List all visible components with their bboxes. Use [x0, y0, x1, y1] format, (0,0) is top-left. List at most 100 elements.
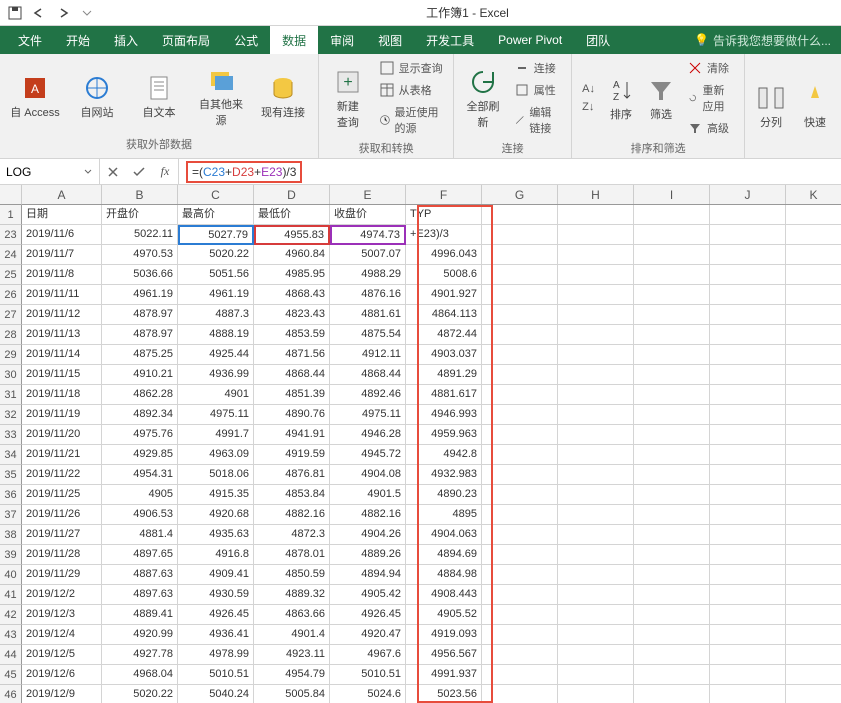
formula-input[interactable]: =(C23+D23+E23)/3	[179, 159, 841, 184]
cell[interactable]	[786, 405, 841, 425]
cell[interactable]	[710, 305, 786, 325]
cell[interactable]	[482, 425, 558, 445]
cell[interactable]	[786, 545, 841, 565]
row-header[interactable]: 35	[0, 465, 22, 485]
cell[interactable]	[786, 285, 841, 305]
cell[interactable]	[634, 325, 710, 345]
cell[interactable]	[558, 565, 634, 585]
cell[interactable]	[786, 265, 841, 285]
cell[interactable]	[482, 445, 558, 465]
cell[interactable]: 4978.99	[178, 645, 254, 665]
cell[interactable]	[558, 525, 634, 545]
undo-icon[interactable]	[28, 2, 50, 24]
cell[interactable]: 4890.23	[406, 485, 482, 505]
cell[interactable]	[710, 585, 786, 605]
cell[interactable]	[558, 405, 634, 425]
cell[interactable]	[710, 405, 786, 425]
flash-fill-button[interactable]: 快速	[795, 71, 835, 141]
cell[interactable]: 5008.6	[406, 265, 482, 285]
cell[interactable]	[710, 425, 786, 445]
cell[interactable]	[786, 465, 841, 485]
row-header[interactable]: 31	[0, 385, 22, 405]
cell[interactable]: 4878.01	[254, 545, 330, 565]
cell[interactable]: 4905.52	[406, 605, 482, 625]
cell[interactable]	[786, 605, 841, 625]
row-header[interactable]: 28	[0, 325, 22, 345]
cell[interactable]: 2019/11/21	[22, 445, 102, 465]
cell[interactable]	[634, 365, 710, 385]
cell[interactable]: 4901.4	[254, 625, 330, 645]
cell[interactable]	[786, 485, 841, 505]
cell[interactable]: 4941.91	[254, 425, 330, 445]
col-header-C[interactable]: C	[178, 185, 254, 204]
cell[interactable]: 4884.98	[406, 565, 482, 585]
cell[interactable]	[558, 385, 634, 405]
cell[interactable]: 4903.037	[406, 345, 482, 365]
cell[interactable]	[558, 585, 634, 605]
cell[interactable]	[786, 365, 841, 385]
cell[interactable]: 4904.26	[330, 525, 406, 545]
cell[interactable]: 4881.4	[102, 525, 178, 545]
sort-button[interactable]: AZ排序	[603, 63, 639, 133]
cell[interactable]	[558, 505, 634, 525]
cell[interactable]: 4988.29	[330, 265, 406, 285]
cell[interactable]	[558, 285, 634, 305]
cell[interactable]: 2019/11/28	[22, 545, 102, 565]
cell[interactable]: 4889.41	[102, 605, 178, 625]
cell[interactable]	[482, 565, 558, 585]
cell[interactable]: 5005.84	[254, 685, 330, 703]
cell[interactable]: 4920.47	[330, 625, 406, 645]
cell[interactable]	[634, 605, 710, 625]
cell[interactable]: 4882.16	[254, 505, 330, 525]
row-header[interactable]: 25	[0, 265, 22, 285]
cell[interactable]: 5010.51	[178, 665, 254, 685]
cell[interactable]: 5010.51	[330, 665, 406, 685]
cell[interactable]	[710, 565, 786, 585]
col-header-J[interactable]: J	[710, 185, 786, 204]
cell[interactable]	[482, 545, 558, 565]
cell[interactable]: 2019/11/11	[22, 285, 102, 305]
cell[interactable]	[558, 205, 634, 225]
show-queries-button[interactable]: 显示查询	[375, 58, 448, 78]
cell[interactable]	[710, 625, 786, 645]
cell[interactable]	[634, 685, 710, 703]
cell[interactable]: 4850.59	[254, 565, 330, 585]
cell[interactable]	[482, 265, 558, 285]
edit-links-button[interactable]: 编辑链接	[510, 102, 565, 138]
cell[interactable]: 2019/12/5	[22, 645, 102, 665]
cell[interactable]	[710, 365, 786, 385]
cell[interactable]: 开盘价	[102, 205, 178, 225]
cell[interactable]: +E23)/3	[406, 225, 482, 245]
cell[interactable]	[710, 645, 786, 665]
cell[interactable]	[786, 665, 841, 685]
col-header-B[interactable]: B	[102, 185, 178, 204]
cell[interactable]	[634, 585, 710, 605]
reapply-button[interactable]: 重新应用	[683, 80, 738, 116]
cell[interactable]	[482, 525, 558, 545]
cell[interactable]	[634, 245, 710, 265]
row-header[interactable]: 39	[0, 545, 22, 565]
cell[interactable]: 4904.08	[330, 465, 406, 485]
cell[interactable]: 4975.76	[102, 425, 178, 445]
cell[interactable]	[786, 325, 841, 345]
cell[interactable]: 4904.063	[406, 525, 482, 545]
cell[interactable]	[786, 685, 841, 703]
cell[interactable]: 4954.31	[102, 465, 178, 485]
col-header-E[interactable]: E	[330, 185, 406, 204]
row-header[interactable]: 44	[0, 645, 22, 665]
cell[interactable]: 4891.29	[406, 365, 482, 385]
cell[interactable]	[786, 505, 841, 525]
cell[interactable]	[482, 485, 558, 505]
cell[interactable]: 4887.63	[102, 565, 178, 585]
properties-button[interactable]: 属性	[510, 80, 565, 100]
cell[interactable]	[634, 485, 710, 505]
col-header-K[interactable]: K	[786, 185, 841, 204]
cell[interactable]	[558, 465, 634, 485]
cell[interactable]: 2019/12/4	[22, 625, 102, 645]
cell[interactable]: 2019/11/14	[22, 345, 102, 365]
cell[interactable]: 2019/11/19	[22, 405, 102, 425]
cell[interactable]: 4823.43	[254, 305, 330, 325]
cell[interactable]	[634, 305, 710, 325]
text-to-columns-button[interactable]: 分列	[751, 71, 791, 141]
cell[interactable]: 4930.59	[178, 585, 254, 605]
